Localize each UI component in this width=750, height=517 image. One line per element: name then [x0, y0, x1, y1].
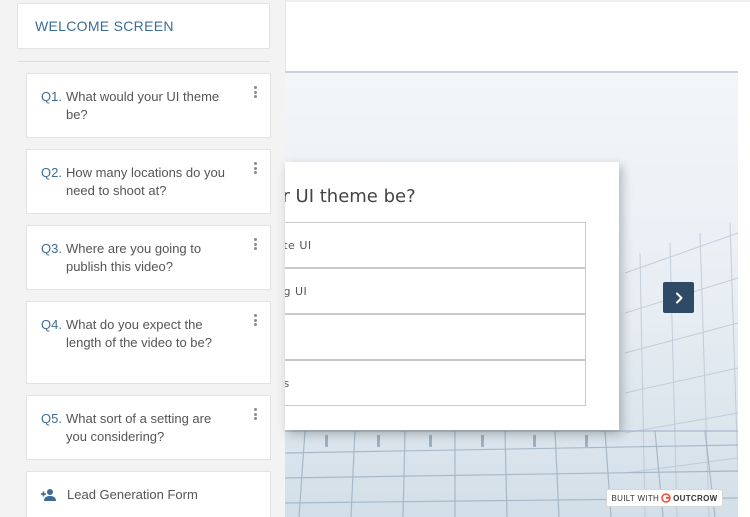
- user-plus-icon: [41, 488, 56, 501]
- option-label: ate UI: [285, 238, 312, 252]
- lead-form-label: Lead Generation Form: [67, 487, 198, 502]
- option-label: ng UI: [285, 284, 308, 298]
- badge-brand: OUTCROW: [673, 493, 718, 503]
- answer-option-1[interactable]: ate UI: [285, 222, 586, 268]
- question-number: Q3.: [41, 241, 62, 256]
- kebab-menu-icon[interactable]: [253, 162, 257, 174]
- badge-prefix: BUILT WITH: [611, 493, 660, 503]
- outcrow-logo-icon: [661, 493, 671, 503]
- question-item-3[interactable]: Q3. Where are you going to publish this v…: [26, 225, 271, 290]
- question-item-1[interactable]: Q1. What would your UI theme be?: [26, 73, 271, 138]
- kebab-menu-icon[interactable]: [253, 314, 257, 326]
- question-number: Q1.: [41, 89, 62, 104]
- sidebar-divider: [17, 61, 270, 62]
- question-number: Q5.: [41, 411, 62, 426]
- question-number: Q2.: [41, 165, 62, 180]
- answer-option-4[interactable]: ns: [285, 360, 586, 406]
- next-button[interactable]: [663, 282, 694, 313]
- question-sidebar: WELCOME SCREEN Q1. What would your UI the…: [0, 0, 286, 517]
- chevron-right-icon: [675, 292, 682, 303]
- kebab-menu-icon[interactable]: [253, 408, 257, 420]
- kebab-menu-icon[interactable]: [253, 238, 257, 250]
- question-label: Where are you going to publish this vide…: [65, 241, 202, 274]
- option-label: ns: [285, 376, 290, 390]
- question-preview-card: ur UI theme be? ate UI ng UI ns: [285, 162, 619, 430]
- question-label: What would your UI theme be?: [65, 89, 220, 122]
- question-title: ur UI theme be?: [285, 186, 416, 207]
- kebab-menu-icon[interactable]: [253, 86, 257, 98]
- question-item-2[interactable]: Q2. How many locations do you need to sho…: [26, 149, 271, 214]
- question-label: What do you expect the length of the vid…: [65, 317, 212, 350]
- question-number: Q4.: [41, 317, 62, 332]
- question-item-5[interactable]: Q5. What sort of a setting are you consid…: [26, 395, 271, 460]
- welcome-screen-item[interactable]: WELCOME SCREEN: [17, 3, 270, 49]
- question-label: How many locations do you need to shoot …: [65, 165, 225, 198]
- answer-option-3[interactable]: [285, 314, 586, 360]
- canvas-top-divider: [285, 0, 750, 2]
- question-label: What sort of a setting are you consideri…: [65, 411, 212, 444]
- question-item-4[interactable]: Q4. What do you expect the length of the …: [26, 301, 271, 384]
- built-with-badge[interactable]: BUILT WITH OUTCROW: [606, 489, 723, 507]
- answer-option-2[interactable]: ng UI: [285, 268, 586, 314]
- lead-generation-form-item[interactable]: Lead Generation Form: [26, 471, 271, 517]
